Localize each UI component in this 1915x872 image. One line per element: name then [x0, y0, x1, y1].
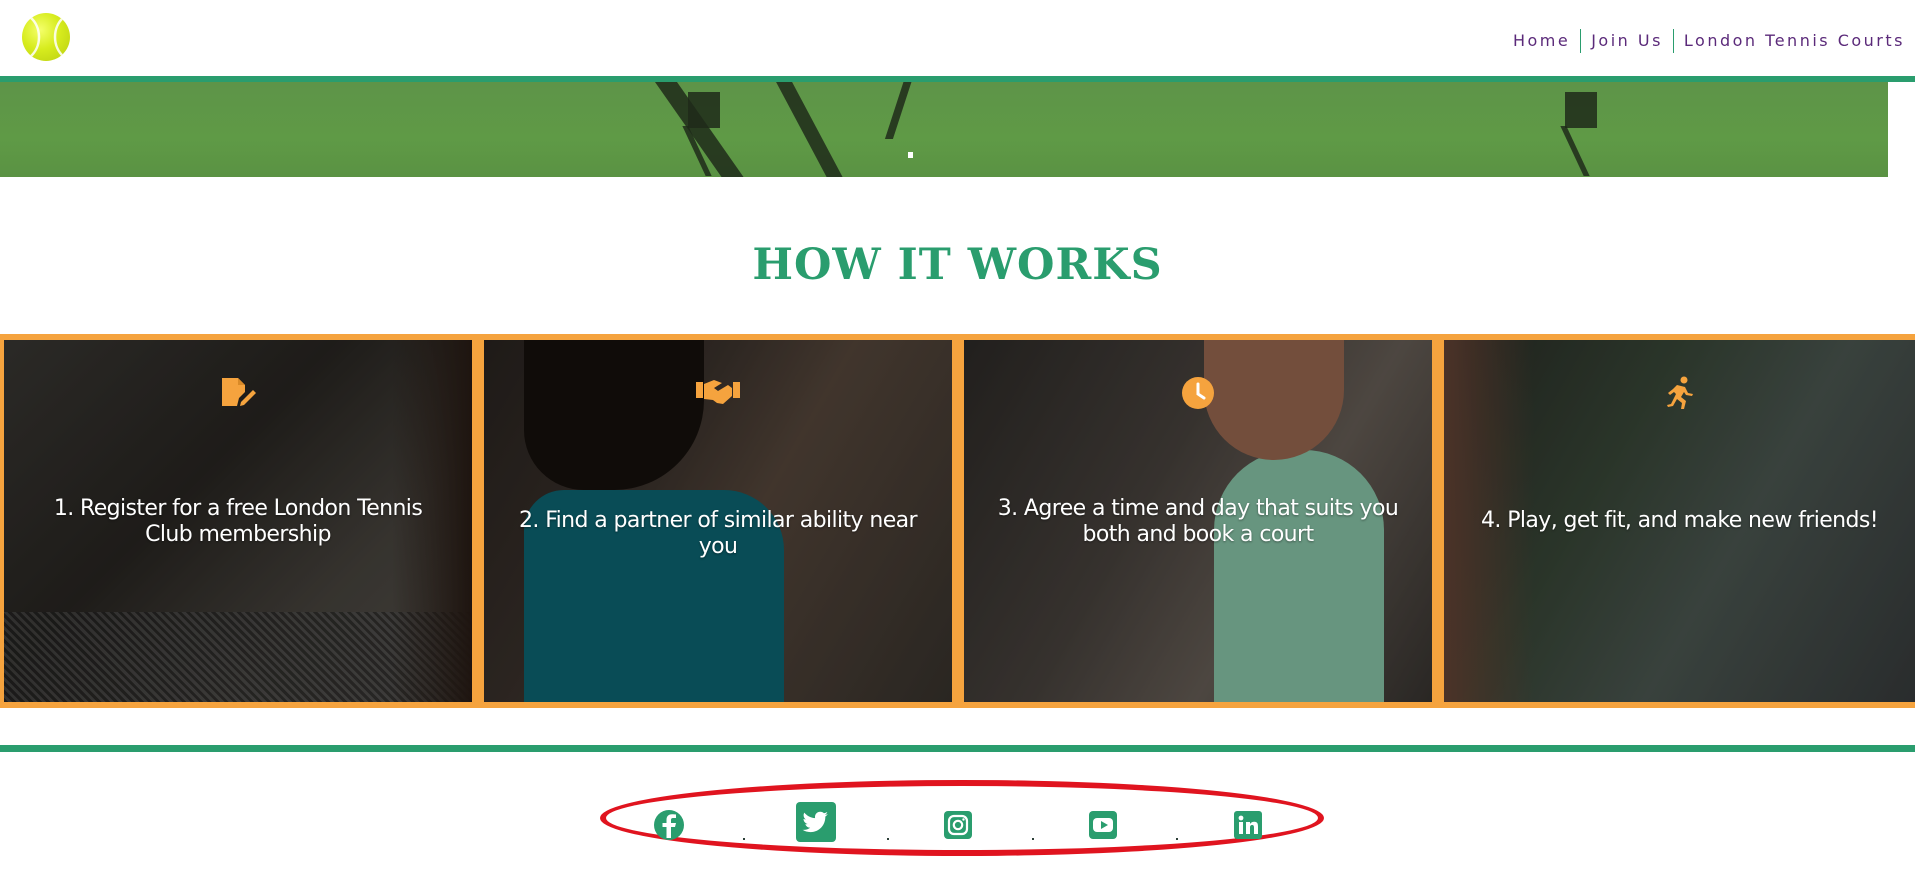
- site-header: Home Join Us London Tennis Courts: [0, 0, 1915, 76]
- hero-court-image: [0, 82, 1888, 177]
- court-shadow: [770, 82, 846, 177]
- instagram-icon[interactable]: [943, 810, 973, 840]
- step-card-2: 2. Find a partner of similar ability nea…: [484, 340, 952, 702]
- file-signature-icon: [4, 376, 472, 410]
- youtube-icon[interactable]: [1088, 810, 1118, 840]
- linkedin-icon[interactable]: [1233, 810, 1263, 840]
- handshake-icon: [484, 376, 952, 406]
- racket-shadow: [884, 82, 914, 139]
- section-title: HOW IT WORKS: [752, 240, 1163, 290]
- twitter-icon[interactable]: [796, 802, 836, 842]
- court-post-shadow: [688, 92, 720, 128]
- nav-home-link[interactable]: Home: [1503, 28, 1580, 54]
- step-card-3: 3. Agree a time and day that suits you b…: [964, 340, 1432, 702]
- step-card-4: 4. Play, get fit, and make new friends!: [1444, 340, 1915, 702]
- step-text: 1. Register for a free London Tennis Clu…: [53, 496, 423, 547]
- clock-icon: [964, 376, 1432, 410]
- step-text: 2. Find a partner of similar ability nea…: [519, 508, 918, 559]
- separator-dot: [1032, 838, 1034, 840]
- nav-london-tennis-courts-link[interactable]: London Tennis Courts: [1674, 28, 1915, 54]
- social-links: [600, 780, 1330, 860]
- court-post-shadow: [1560, 126, 1590, 176]
- main-nav: Home Join Us London Tennis Courts: [1503, 28, 1915, 54]
- step-text: 3. Agree a time and day that suits you b…: [997, 496, 1399, 547]
- step-card-1: 1. Register for a free London Tennis Clu…: [4, 340, 472, 702]
- step-text: 4. Play, get fit, and make new friends!: [1481, 508, 1879, 533]
- separator-dot: [887, 838, 889, 840]
- footer-divider: [0, 745, 1915, 752]
- court-post-shadow: [1565, 92, 1597, 128]
- running-icon: [1444, 376, 1915, 410]
- ball-marker: [908, 152, 913, 158]
- separator-dot: [743, 838, 745, 840]
- tennis-ball-logo[interactable]: [22, 13, 70, 61]
- steps-cards: 1. Register for a free London Tennis Clu…: [0, 334, 1915, 708]
- separator-dot: [1176, 838, 1178, 840]
- nav-join-us-link[interactable]: Join Us: [1581, 28, 1673, 54]
- facebook-icon[interactable]: [652, 808, 686, 842]
